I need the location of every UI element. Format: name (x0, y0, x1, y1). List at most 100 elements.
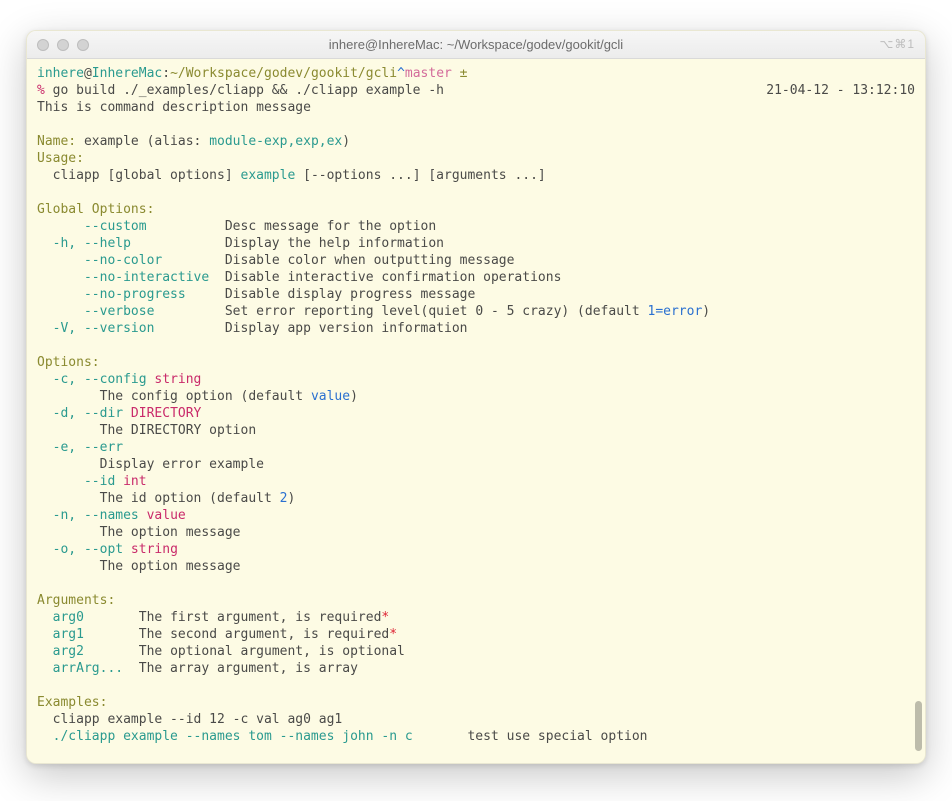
option-desc: Display error example (37, 457, 264, 472)
option-desc-row: The option message (37, 524, 915, 541)
option-desc-row: The option message (37, 558, 915, 575)
example-line-1: cliapp example --id 12 -c val ag0 ag1 (37, 711, 915, 728)
argument-desc: The second argument, is required (139, 627, 389, 642)
argument-name: arg0 (37, 610, 84, 625)
prompt-caret: ^ (397, 66, 405, 81)
global-option-row: -V, --version Display app version inform… (37, 320, 915, 337)
option-type: string (123, 542, 178, 557)
option-flag: --verbose (37, 304, 154, 319)
option-desc: The id option (default (37, 491, 280, 506)
global-option-row: --custom Desc message for the option (37, 218, 915, 235)
option-short: -e, (37, 440, 84, 455)
option-flag: --no-progress (37, 287, 186, 302)
option-short: -d, (37, 406, 84, 421)
usage-prefix: cliapp [global options] (37, 168, 241, 183)
option-desc: Set error reporting level(quiet 0 - 5 cr… (225, 304, 648, 319)
options-label: Options: (37, 354, 915, 371)
option-short: -n, (37, 508, 84, 523)
close-icon[interactable] (37, 39, 49, 51)
option-short: -c, (37, 372, 84, 387)
option-desc: The DIRECTORY option (37, 423, 256, 438)
argument-name: arg1 (37, 627, 84, 642)
option-desc-row: The id option (default 2) (37, 490, 915, 507)
option-long: --err (84, 440, 123, 455)
example-line-2-cmd: ./cliapp example --names tom --names joh… (37, 729, 413, 744)
name-label: Name: (37, 134, 76, 149)
usage-suffix: [--options ...] [arguments ...] (295, 168, 545, 183)
option-flag: --no-interactive (37, 270, 209, 285)
option-flag: -V, --version (37, 321, 154, 336)
option-type: value (139, 508, 186, 523)
argument-row: arg0 The first argument, is required* (37, 609, 915, 626)
option-type: string (147, 372, 202, 387)
scrollbar-thumb[interactable] (915, 701, 922, 751)
argument-row: arrArg... The array argument, is array (37, 660, 915, 677)
option-desc: The option message (37, 559, 241, 574)
command-text: go build ./_examples/cliapp && ./cliapp … (45, 83, 444, 98)
option-type: DIRECTORY (123, 406, 201, 421)
argument-desc: The first argument, is required (139, 610, 382, 625)
option-short: -o, (37, 542, 84, 557)
option-desc-row: The DIRECTORY option (37, 422, 915, 439)
timestamp: 21-04-12 - 13:12:10 (766, 82, 915, 99)
argument-desc: The array argument, is array (139, 661, 358, 676)
option-row: -d, --dir DIRECTORY (37, 405, 915, 422)
option-desc: Disable interactive confirmation operati… (225, 270, 562, 285)
prompt-path: ~/Workspace/godev/gookit/gcli (170, 66, 397, 81)
name-aliases: module-exp,exp,ex (209, 134, 342, 149)
options-list: -c, --config string The config option (d… (37, 371, 915, 575)
terminal-body[interactable]: inhere@InhereMac:~/Workspace/godev/gooki… (27, 59, 925, 763)
window-title: inhere@InhereMac: ~/Workspace/godev/gook… (27, 36, 925, 53)
option-flag: --custom (37, 219, 147, 234)
name-value: example (alias: (76, 134, 209, 149)
option-long: --dir (84, 406, 123, 421)
argument-name: arrArg... (37, 661, 123, 676)
example-line-2-desc: test use special option (467, 729, 647, 744)
option-desc: Display app version information (225, 321, 468, 336)
option-desc: The option message (37, 525, 241, 540)
argument-row: arg1 The second argument, is required* (37, 626, 915, 643)
argument-name: arg2 (37, 644, 84, 659)
option-desc: Disable color when outputting message (225, 253, 515, 268)
option-row: -c, --config string (37, 371, 915, 388)
option-desc-row: Display error example (37, 456, 915, 473)
option-row: -o, --opt string (37, 541, 915, 558)
prompt-line: inhere@InhereMac:~/Workspace/godev/gooki… (37, 65, 915, 82)
prompt-branch: master (405, 66, 452, 81)
titlebar[interactable]: inhere@InhereMac: ~/Workspace/godev/gook… (27, 31, 925, 59)
prompt-dirty: ± (452, 66, 468, 81)
option-row: -e, --err (37, 439, 915, 456)
prompt-at: @ (84, 66, 92, 81)
option-long: --opt (84, 542, 123, 557)
required-star-icon: * (389, 627, 397, 642)
option-desc: Disable display progress message (225, 287, 475, 302)
arguments-label: Arguments: (37, 592, 915, 609)
option-long: --id (84, 474, 115, 489)
option-short (37, 474, 84, 489)
required-star-icon: * (381, 610, 389, 625)
argument-desc: The optional argument, is optional (139, 644, 405, 659)
option-type: int (115, 474, 146, 489)
option-long: --names (84, 508, 139, 523)
option-desc: Desc message for the option (225, 219, 436, 234)
global-option-row: --verbose Set error reporting level(quie… (37, 303, 915, 320)
option-row: --id int (37, 473, 915, 490)
terminal-window: inhere@InhereMac: ~/Workspace/godev/gook… (26, 30, 926, 764)
name-close: ) (342, 134, 350, 149)
example-line-2-spacer (413, 729, 468, 744)
global-options-label: Global Options: (37, 201, 915, 218)
option-desc: Display the help information (225, 236, 444, 251)
window-shortcut-hint: ⌥⌘1 (879, 36, 915, 53)
argument-row: arg2 The optional argument, is optional (37, 643, 915, 660)
global-options-list: --custom Desc message for the option -h,… (37, 218, 915, 337)
option-flag: -h, --help (37, 236, 131, 251)
traffic-lights (37, 39, 89, 51)
command-line: % go build ./_examples/cliapp && ./cliap… (37, 82, 915, 99)
prompt-symbol: % (37, 83, 45, 98)
arguments-list: arg0 The first argument, is required* ar… (37, 609, 915, 677)
option-desc-row: The config option (default value) (37, 388, 915, 405)
option-default: value (311, 389, 350, 404)
global-option-row: --no-interactive Disable interactive con… (37, 269, 915, 286)
zoom-icon[interactable] (77, 39, 89, 51)
minimize-icon[interactable] (57, 39, 69, 51)
